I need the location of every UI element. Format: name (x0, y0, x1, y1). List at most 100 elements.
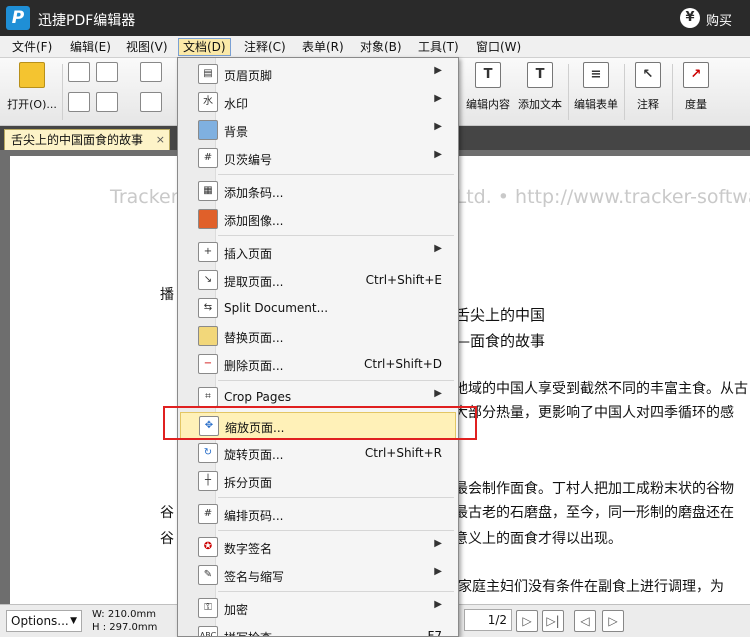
submenu-arrow-icon: ▶ (434, 93, 442, 104)
menu-item-header-footer[interactable]: ▤ 页眉页脚 ▶ (180, 61, 456, 88)
print-icon[interactable] (96, 62, 118, 82)
menu-item-add-barcode[interactable]: ▦ 添加条码... (180, 178, 456, 205)
rotate-page-icon: ↻ (198, 443, 218, 463)
document-menu-dropdown: ▤ 页眉页脚 ▶ 水 水印 ▶ 背景 ▶ # 贝茨编号 ▶ ▦ 添加条码... … (177, 57, 459, 637)
document-tab-label: 舌尖上的中国面食的故事 (11, 133, 144, 147)
edit-form-label: 编辑表单 (574, 98, 618, 111)
menu-item-add-image[interactable]: 添加图像... (180, 206, 456, 233)
annotate-button[interactable]: ↖ 注释 (628, 62, 668, 112)
buy-button[interactable]: 购买 (706, 10, 732, 29)
menu-object[interactable]: 对象(B) (356, 38, 406, 56)
last-page-icon[interactable]: ▷| (542, 610, 564, 632)
replace-page-icon (198, 326, 218, 346)
annotate-label: 注释 (637, 98, 659, 111)
submenu-arrow-icon: ▶ (434, 121, 442, 132)
menu-view[interactable]: 视图(V) (122, 38, 172, 56)
page-numbering-icon: # (198, 504, 218, 524)
toolbar-divider (672, 64, 673, 120)
menu-divider (218, 591, 454, 592)
submenu-arrow-icon: ▶ (434, 388, 442, 399)
menu-item-digital-signature[interactable]: ✪ 数字签名 ▶ (180, 534, 456, 561)
menu-tools[interactable]: 工具(T) (414, 38, 463, 56)
menu-item-split-page[interactable]: ┼ 拆分页面 (180, 468, 456, 495)
menu-item-extract-page[interactable]: ↘ 提取页面... Ctrl+Shift+E (180, 267, 456, 294)
bates-number-icon: # (198, 148, 218, 168)
page-dimensions: W: 210.0mm H : 297.0mm (92, 608, 157, 634)
menu-window[interactable]: 窗口(W) (472, 38, 525, 56)
menu-item-watermark[interactable]: 水 水印 ▶ (180, 89, 456, 116)
title-bar: P 迅捷PDF编辑器 ¥ 购买 (0, 0, 750, 36)
submenu-arrow-icon: ▶ (434, 243, 442, 254)
toolbar-divider (568, 64, 569, 120)
next-view-icon[interactable]: ▷ (602, 610, 624, 632)
measure-icon: ↗ (683, 62, 709, 88)
chevron-down-icon: ▼ (70, 616, 77, 626)
menu-comment[interactable]: 注释(C) (240, 38, 290, 56)
page-text: 谷 (160, 531, 174, 547)
header-footer-icon: ▤ (198, 64, 218, 84)
menu-divider (218, 174, 454, 175)
split-document-icon: ⇆ (198, 298, 218, 318)
page-text: 谷 (160, 505, 174, 521)
menu-document[interactable]: 文档(D) (178, 38, 231, 56)
menu-item-background[interactable]: 背景 ▶ (180, 117, 456, 144)
menu-item-replace-page[interactable]: 替换页面... (180, 323, 456, 350)
page-text: 播 (160, 287, 174, 303)
crop-pages-icon: ⌗ (198, 387, 218, 407)
page-text: 最会制作面食。丁村人把加工成粉末状的谷物 (454, 481, 734, 497)
menu-item-page-numbering[interactable]: # 编排页码... (180, 501, 456, 528)
open-button[interactable]: 打开(O)... (4, 62, 60, 112)
options-button[interactable]: Options... ▼ (6, 610, 82, 632)
menu-divider (218, 497, 454, 498)
page-width: W: 210.0mm (92, 609, 156, 620)
next-page-icon[interactable]: ▷ (516, 610, 538, 632)
yen-icon[interactable]: ¥ (680, 8, 700, 28)
watermark-icon: 水 (198, 92, 218, 112)
close-icon[interactable]: × (156, 130, 165, 150)
email-icon[interactable] (96, 92, 118, 112)
page-heading: 舌尖上的中国 (455, 306, 546, 324)
menu-item-delete-page[interactable]: − 删除页面... Ctrl+Shift+D (180, 351, 456, 378)
menu-item-encrypt[interactable]: ⚿ 加密 ▶ (180, 595, 456, 622)
page-number-field[interactable]: 1/2 (464, 609, 512, 631)
edit-form-button[interactable]: ≡ 编辑表单 (570, 62, 622, 112)
document-tab[interactable]: 舌尖上的中国面食的故事 × (4, 129, 170, 150)
forward-icon[interactable] (140, 92, 162, 112)
menu-divider (218, 380, 454, 381)
menu-item-bates-number[interactable]: # 贝茨编号 ▶ (180, 145, 456, 172)
add-image-icon (198, 209, 218, 229)
previous-view-icon[interactable]: ◁ (574, 610, 596, 632)
menu-item-rotate-page[interactable]: ↻ 旋转页面... Ctrl+Shift+R (180, 440, 456, 467)
toolbar-divider (624, 64, 625, 120)
folder-icon (19, 62, 45, 88)
submenu-arrow-icon: ▶ (434, 65, 442, 76)
highlight-callout-box (163, 406, 477, 440)
spell-check-icon: ABC (198, 626, 218, 636)
edit-form-icon: ≡ (583, 62, 609, 88)
digital-signature-icon: ✪ (198, 537, 218, 557)
menu-item-spell-check[interactable]: ABC 拼写检查 F7 (180, 623, 456, 636)
add-text-label: 添加文本 (518, 98, 562, 111)
menu-divider (218, 530, 454, 531)
menu-file[interactable]: 文件(F) (8, 38, 56, 56)
back-icon[interactable] (140, 62, 162, 82)
sign-initial-icon: ✎ (198, 565, 218, 585)
menu-form[interactable]: 表单(R) (298, 38, 348, 56)
page-text: 意义上的面食才得以出现。 (454, 531, 622, 547)
add-text-button[interactable]: T 添加文本 (514, 62, 566, 112)
print-setup-icon[interactable] (68, 92, 90, 112)
toolbar-divider (62, 64, 63, 120)
menu-divider (218, 235, 454, 236)
menu-item-sign-initial[interactable]: ✎ 签名与缩写 ▶ (180, 562, 456, 589)
menu-edit[interactable]: 编辑(E) (66, 38, 115, 56)
menu-item-insert-page[interactable]: + 插入页面 ▶ (180, 239, 456, 266)
delete-page-icon: − (198, 354, 218, 374)
save-icon[interactable] (68, 62, 90, 82)
measure-button[interactable]: ↗ 度量 (676, 62, 716, 112)
menu-item-split-document[interactable]: ⇆ Split Document... (180, 295, 456, 322)
extract-page-icon: ↘ (198, 270, 218, 290)
edit-content-icon: T (475, 62, 501, 88)
edit-content-button[interactable]: T 编辑内容 (462, 62, 514, 112)
page-text: 地域的中国人享受到截然不同的丰富主食。从古 (454, 381, 748, 397)
submenu-arrow-icon: ▶ (434, 538, 442, 549)
